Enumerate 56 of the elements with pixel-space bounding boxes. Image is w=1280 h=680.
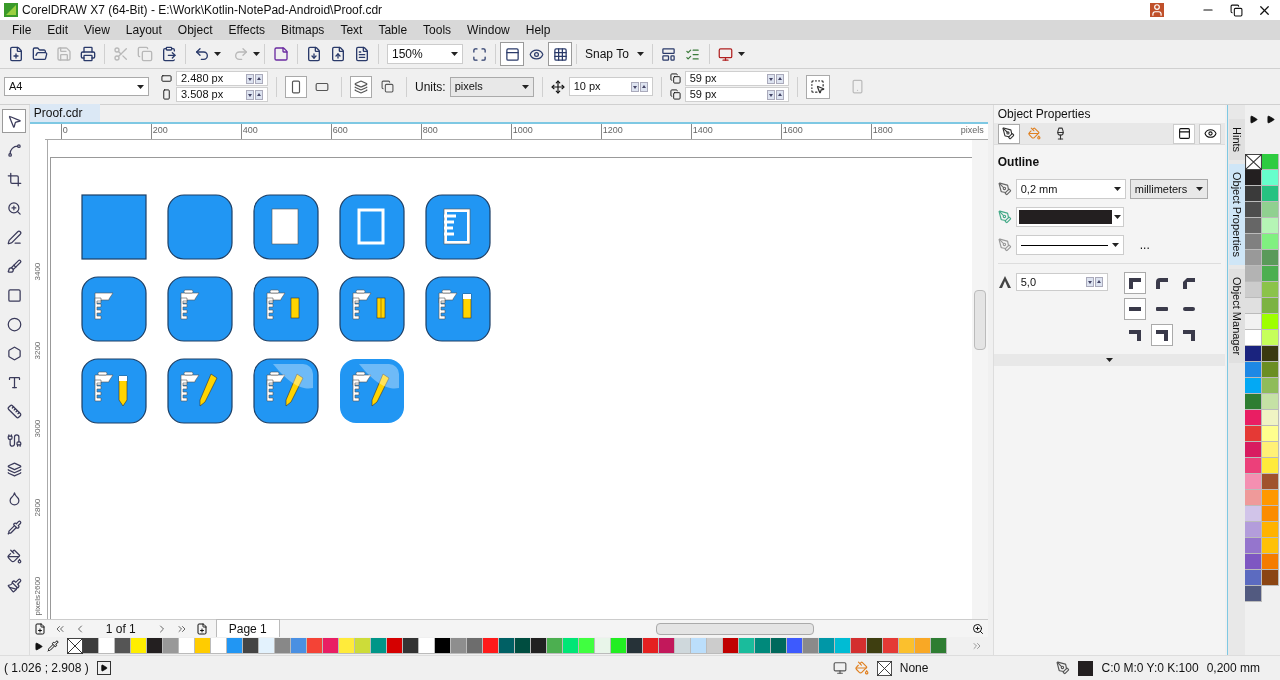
section-heading: Outline [996,154,1041,171]
document-tab[interactable]: Proof.cdr [29,104,100,122]
ruler-label: 1200 [600,124,691,139]
value-field[interactable]: 3.508 px [176,87,268,102]
ruler-label: 1000 [510,124,601,139]
ruler-label: 3200 [32,340,44,360]
snap-to-dropdown[interactable]: Snap To [581,45,648,63]
width-dropdown[interactable]: 0,2 mm [1015,179,1126,199]
ruler-label: 1800 [870,124,961,139]
window-title: CorelDRAW X7 (64-Bit) - E:\Work\Kotlin-NotePad-Android\Proof.cdr [22,2,383,19]
value-field[interactable]: 2.480 px [176,71,268,86]
page-position: 1 of 1 [104,620,137,638]
docker-tab[interactable]: Hints [1228,119,1245,161]
ruler-label: 400 [240,124,331,139]
page-size-dropdown[interactable]: A4 [4,77,149,96]
more-options[interactable]: ... [1139,236,1150,254]
menu-item[interactable]: Edit [39,21,77,39]
ruler-unit: pixels [32,594,44,616]
docker-title: Object Properties [996,106,1092,123]
units-dropdown[interactable]: millimeters [1129,179,1208,199]
menu-item[interactable]: Effects [220,21,273,39]
menu-item[interactable]: File [4,21,40,39]
ruler-unit: pixels [960,124,985,137]
page-tab[interactable]: Page 1 [215,618,280,639]
menu-item[interactable]: Window [459,21,518,39]
nudge-field[interactable]: 10 px [568,77,653,96]
zoom-dropdown[interactable]: 150% [387,44,463,64]
menu-item[interactable]: Table [370,21,416,39]
menu-item[interactable]: Text [332,21,371,39]
menu-item[interactable]: Layout [117,21,170,39]
ruler-label: 2600 [32,575,44,595]
ruler-label: 3000 [32,418,44,438]
units-dropdown[interactable]: pixels [449,76,534,97]
units-label: Units: [415,78,446,96]
ruler-label: 200 [150,124,241,139]
docker-tab[interactable]: Object Properties [1228,164,1245,266]
value-field[interactable]: 59 px [684,71,789,86]
menu-item[interactable]: Help [517,21,559,39]
value-field[interactable]: 59 px [684,87,789,102]
ruler-label: 1400 [690,124,781,139]
ruler-label: 2800 [32,497,44,517]
fill-status: None [899,660,929,677]
ruler-label: 1600 [780,124,871,139]
ruler-label: 3400 [32,261,44,281]
cursor-coordinates: ( 1.026 ; 2.908 ) [4,660,89,677]
menu-item[interactable]: Bitmaps [273,21,333,39]
ruler-label: 600 [330,124,421,139]
menu-item[interactable]: View [76,21,118,39]
menu-item[interactable]: Object [169,21,221,39]
outline-color-status: C:0 M:0 Y:0 K:100 [1101,660,1199,677]
ruler-label: 800 [420,124,511,139]
ruler-label: 0 [60,124,151,139]
outline-width-status: 0,200 mm [1206,660,1260,677]
menu-item[interactable]: Tools [415,21,460,39]
miter-limit-field[interactable]: 5,0 [1015,273,1108,291]
docker-tab[interactable]: Object Manager [1228,269,1245,364]
